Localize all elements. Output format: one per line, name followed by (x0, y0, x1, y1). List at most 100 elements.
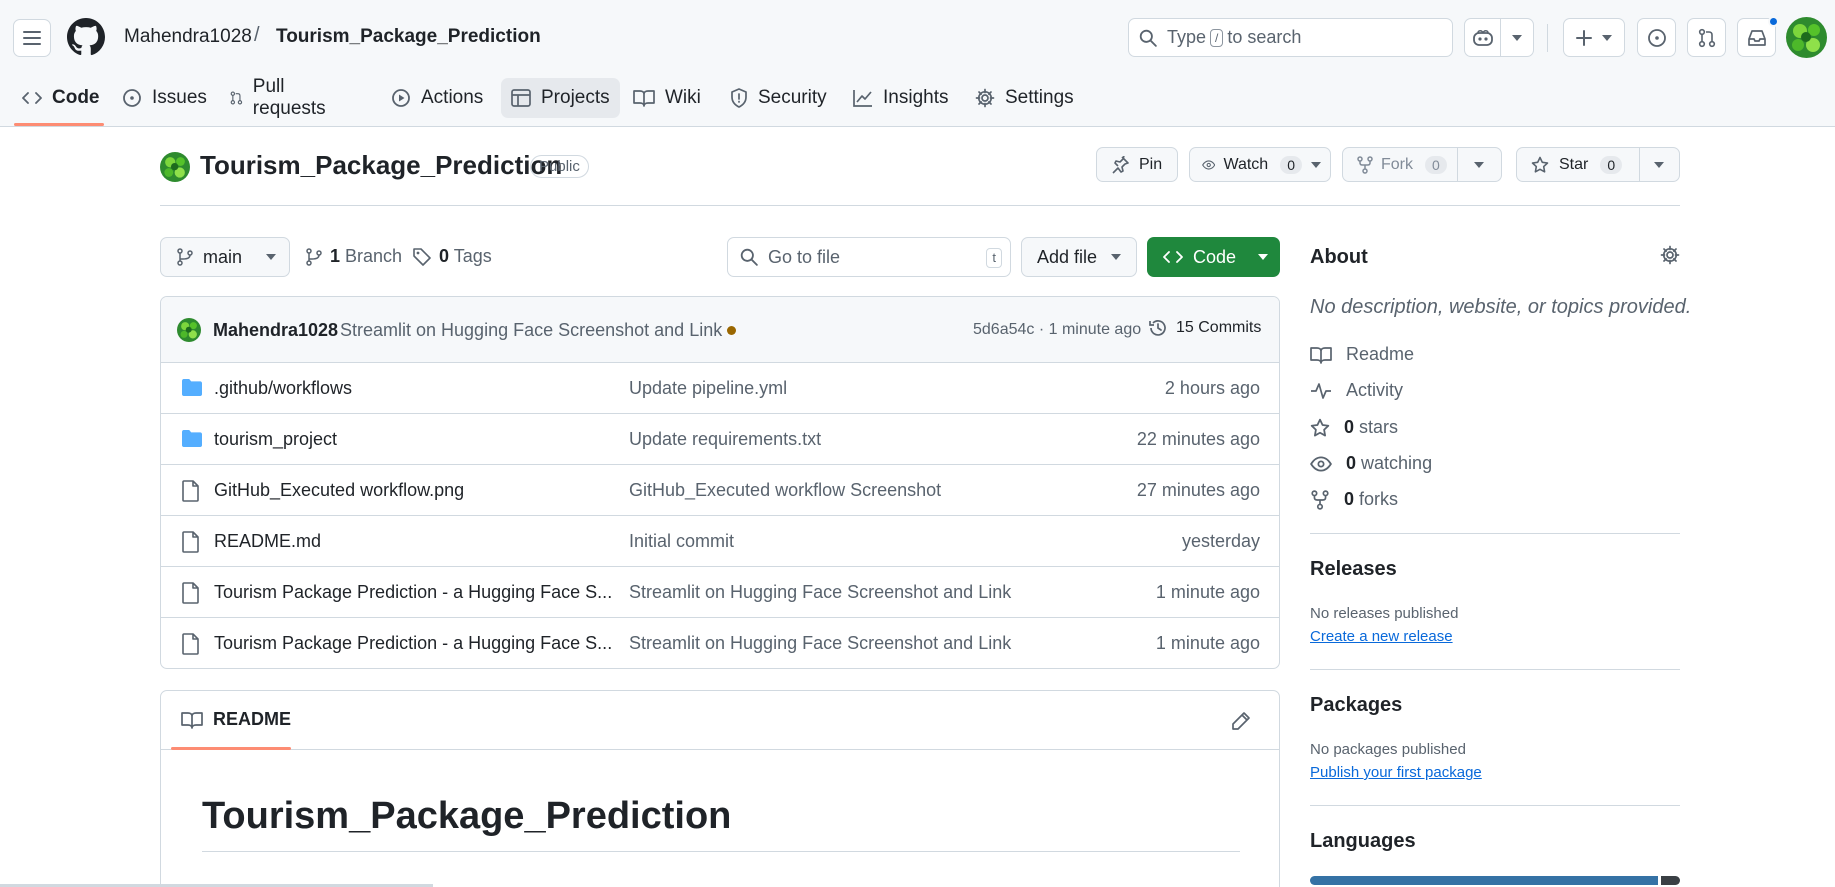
fork-button[interactable]: Fork 0 (1342, 147, 1502, 182)
packages-title[interactable]: Packages (1310, 694, 1402, 717)
pull-requests-button[interactable] (1687, 18, 1726, 57)
watch-button[interactable]: Watch 0 (1189, 147, 1331, 182)
readme-tab-label: README (213, 709, 292, 729)
file-commit-message[interactable]: Streamlit on Hugging Face Screenshot and… (629, 582, 1011, 603)
file-commit-message[interactable]: Update pipeline.yml (629, 378, 787, 399)
publish-package-link[interactable]: Publish your first package (1310, 764, 1482, 781)
file-icon (182, 480, 199, 502)
file-name[interactable]: GitHub_Executed workflow.png (214, 480, 464, 501)
branch-name: main (203, 246, 243, 267)
code-button[interactable]: Code (1147, 237, 1280, 277)
add-file-button[interactable]: Add file (1021, 237, 1137, 277)
go-to-file-input[interactable]: Go to file t (727, 237, 1011, 277)
watch-count: 0 (1280, 155, 1302, 174)
add-file-label: Add file (1037, 246, 1098, 267)
commit-hash-time[interactable]: 5d6a54c · 1 minute ago (973, 321, 1141, 339)
avatar-image (160, 152, 190, 182)
tab-security[interactable]: Security (720, 78, 837, 118)
file-row[interactable]: Tourism Package Prediction - a Hugging F… (161, 618, 1279, 668)
file-icon (182, 582, 199, 604)
tab-issues[interactable]: Issues (112, 78, 217, 118)
commits-link[interactable]: 15 Commits (1148, 318, 1261, 338)
repo-owner-avatar[interactable] (160, 152, 190, 182)
sidebar-item-readme[interactable]: Readme (1310, 344, 1414, 365)
tab-settings[interactable]: Settings (965, 78, 1084, 118)
file-commit-time: 27 minutes ago (1136, 480, 1260, 500)
create-release-link[interactable]: Create a new release (1310, 628, 1453, 645)
file-row[interactable]: Tourism Package Prediction - a Hugging F… (161, 567, 1279, 618)
file-name[interactable]: Tourism Package Prediction - a Hugging F… (214, 582, 612, 603)
sidebar-item-activity[interactable]: Activity (1310, 380, 1403, 401)
breadcrumb-owner[interactable]: Mahendra1028 (124, 26, 252, 48)
packages-empty-text: No packages published (1310, 741, 1466, 758)
branch-select-button[interactable]: main (160, 237, 290, 277)
menu-button[interactable] (13, 19, 51, 57)
file-commit-time: yesterday (1181, 531, 1260, 551)
sidebar-item-watching[interactable]: 0 watching (1310, 453, 1432, 474)
tag-count: 0 (439, 246, 450, 266)
github-logo-icon[interactable] (67, 18, 105, 56)
branches-link[interactable]: 1 Branch (306, 246, 402, 267)
gear-icon (975, 88, 995, 108)
repo-title[interactable]: Tourism_Package_Prediction (200, 150, 562, 181)
readme-tab[interactable]: README (181, 709, 291, 730)
gear-icon[interactable] (1660, 245, 1680, 265)
commit-message[interactable]: Streamlit on Hugging Face Screenshot and… (340, 320, 722, 341)
search-shortcut-key: / (1210, 28, 1224, 47)
readme-panel: README Tourism_Package_Prediction (160, 690, 1280, 887)
tags-link[interactable]: 0 Tags (413, 246, 492, 267)
file-commit-message[interactable]: Streamlit on Hugging Face Screenshot and… (629, 633, 1011, 654)
file-row[interactable]: tourism_project Update requirements.txt … (161, 414, 1279, 465)
tab-wiki[interactable]: Wiki (623, 78, 711, 118)
copilot-button[interactable] (1464, 18, 1534, 57)
user-avatar[interactable] (1786, 17, 1827, 58)
chevron-down-icon (266, 254, 277, 260)
star-button[interactable]: Star 0 (1516, 147, 1680, 182)
sidebar-item-forks[interactable]: 0 forks (1310, 489, 1398, 510)
file-name[interactable]: README.md (214, 531, 321, 552)
file-row[interactable]: .github/workflows Update pipeline.yml 2 … (161, 363, 1279, 414)
pin-button[interactable]: Pin (1096, 147, 1178, 182)
repo-forked-icon (1311, 489, 1329, 510)
tab-insights[interactable]: Insights (843, 78, 958, 118)
git-branch-icon (177, 248, 193, 266)
watching-count: 0 (1346, 453, 1357, 473)
heading-divider (202, 851, 1240, 852)
chevron-down-icon (1602, 34, 1612, 41)
pin-label: Pin (1139, 155, 1163, 173)
book-icon (633, 90, 655, 107)
commit-author[interactable]: Mahendra1028 (213, 320, 338, 341)
file-name[interactable]: Tourism Package Prediction - a Hugging F… (214, 633, 612, 654)
issues-button[interactable] (1637, 18, 1676, 57)
commit-author-avatar[interactable] (177, 318, 201, 342)
file-commit-message[interactable]: GitHub_Executed workflow Screenshot (629, 480, 941, 501)
tab-actions[interactable]: Actions (381, 78, 493, 118)
tab-label: Projects (541, 87, 610, 108)
sidebar-item-stars[interactable]: 0 stars (1310, 417, 1398, 438)
releases-title[interactable]: Releases (1310, 558, 1397, 581)
breadcrumb-repo[interactable]: Tourism_Package_Prediction (276, 26, 541, 48)
create-new-button[interactable] (1563, 18, 1625, 57)
file-commit-time: 22 minutes ago (1136, 429, 1260, 449)
file-commit-message[interactable]: Update requirements.txt (629, 429, 821, 450)
fork-count: 0 (1425, 155, 1447, 174)
file-name[interactable]: .github/workflows (214, 378, 352, 399)
chevron-down-icon (1512, 34, 1523, 41)
file-name[interactable]: tourism_project (214, 429, 337, 450)
search-prefix: Type (1167, 27, 1207, 47)
commit-status-indicator[interactable] (727, 326, 736, 335)
avatar-image (1786, 17, 1827, 58)
pencil-icon[interactable] (1231, 711, 1251, 731)
tab-code[interactable]: Code (12, 78, 110, 118)
chevron-down-icon (1111, 254, 1122, 260)
language-bar[interactable] (1310, 876, 1680, 885)
tab-projects[interactable]: Projects (501, 78, 620, 118)
search-input[interactable]: Type / to search (1128, 18, 1453, 57)
file-row[interactable]: GitHub_Executed workflow.png GitHub_Exec… (161, 465, 1279, 516)
tag-icon (413, 247, 431, 266)
readme-heading: Tourism_Package_Prediction (202, 795, 732, 837)
file-row[interactable]: README.md Initial commit yesterday (161, 516, 1279, 567)
file-commit-message[interactable]: Initial commit (629, 531, 734, 552)
tag-label: Tags (453, 246, 492, 266)
tab-pull-requests[interactable]: Pull requests (220, 76, 341, 119)
